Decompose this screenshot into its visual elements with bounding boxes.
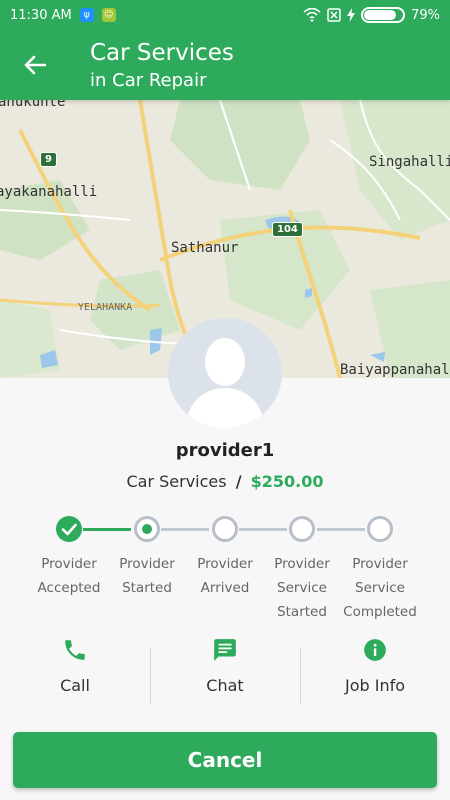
battery-percent: 79% [411, 7, 440, 23]
step-label: Provider Service Started [274, 556, 330, 620]
avatar [168, 318, 282, 428]
battery-icon [361, 7, 406, 23]
cancel-button[interactable]: Cancel [13, 732, 437, 788]
no-sim-icon [327, 8, 341, 22]
map-label-anukunte: anukunte [0, 100, 66, 110]
chat-icon [211, 636, 239, 664]
wifi-icon [303, 8, 321, 22]
pending-step-icon [289, 516, 315, 542]
app-bar: Car Services in Car Repair [0, 30, 450, 100]
step-service-completed: Provider Service Completed [340, 514, 420, 624]
step-provider-started: Provider Started [107, 514, 187, 600]
info-icon [361, 636, 389, 664]
service-price: $250.00 [250, 472, 324, 491]
step-label: Provider Accepted [37, 556, 101, 596]
map-label-sathanur: Sathanur [171, 240, 239, 256]
service-name: Car Services [126, 472, 227, 491]
map-label-baiyappanahalli: Baiyappanahalli [340, 362, 450, 378]
call-button[interactable]: Call [0, 634, 150, 706]
step-label: Provider Arrived [197, 556, 253, 596]
map-label-ayakanahalli: ayakanahalli [0, 184, 98, 200]
step-label: Provider Service Completed [343, 556, 417, 620]
status-bar: 11:30 AM ψ ☺ 79% [0, 0, 450, 30]
progress-stepper: Provider Accepted Provider Started Provi… [0, 514, 450, 624]
page-title: Car Services [90, 40, 234, 66]
step-provider-arrived: Provider Arrived [185, 514, 265, 600]
pending-step-icon [212, 516, 238, 542]
usb-icon: ψ [79, 8, 94, 22]
action-row: Call Chat Job Info [0, 634, 450, 706]
separator: / [235, 472, 242, 491]
phone-icon [61, 636, 89, 664]
chat-button[interactable]: Chat [150, 634, 300, 706]
map-label-singahalli: Singahalli [369, 154, 450, 170]
pending-step-icon [367, 516, 393, 542]
current-step-icon [134, 516, 160, 542]
step-provider-accepted: Provider Accepted [29, 514, 109, 600]
chat-label: Chat [206, 676, 244, 695]
user-silhouette-icon [168, 318, 282, 428]
page-subtitle: in Car Repair [90, 70, 207, 91]
check-circle-icon [56, 516, 82, 542]
job-info-button[interactable]: Job Info [300, 634, 450, 706]
back-button[interactable] [20, 50, 50, 80]
provider-name: provider1 [175, 440, 275, 461]
highway-shield-9: 9 [40, 152, 57, 167]
arrow-left-icon [24, 55, 46, 75]
call-label: Call [60, 676, 90, 695]
service-price-line: Car Services / $250.00 [0, 472, 450, 491]
android-debug-icon: ☺ [101, 8, 116, 22]
highway-shield-104: 104 [272, 222, 303, 237]
step-label: Provider Started [119, 556, 175, 596]
job-info-label: Job Info [344, 676, 406, 695]
status-time: 11:30 AM [10, 7, 72, 23]
map-label-yelahanka: YELAHANKA [78, 302, 133, 313]
step-service-started: Provider Service Started [262, 514, 342, 624]
charging-icon [347, 8, 356, 22]
